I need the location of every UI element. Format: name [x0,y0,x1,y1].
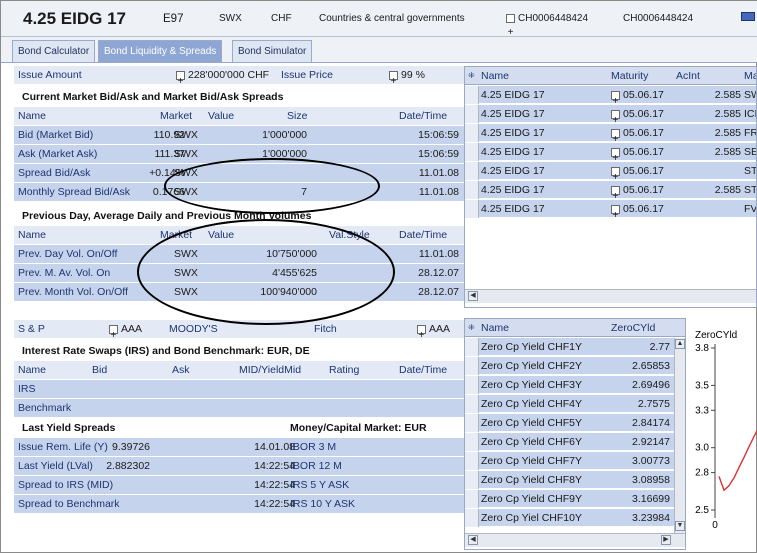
fitch-rating[interactable]: + AAA [417,320,450,341]
yield-row[interactable]: Spread to Benchmark 14:22:54 IRS 10 Y ASK [14,495,465,514]
zero-row[interactable]: Zero Cp Yield CHF2Y 2.65853 [465,357,674,375]
yield-row[interactable]: Spread to IRS (MID) 14:22:54 IRS 5 Y ASK [14,476,465,495]
security-code: E97 [163,13,184,25]
tab-bar: Bond Calculator Bond Liquidity & Spreads… [1,37,757,63]
zero-row[interactable]: Zero Cp Yield CHF4Y 2.7575 [465,395,674,413]
scroll-right-icon[interactable]: ▶ [661,535,671,545]
yield-row[interactable]: Issue Rem. Life (Y) 9.39726 14.01.08 IBOR 3… [14,438,465,457]
expand-icon: + [506,13,515,38]
fitch-label: Fitch [314,323,337,335]
expand-icon: + [611,166,620,183]
security-symbol: 4.25 EIDG 17 [23,9,127,28]
expand-icon: + [109,324,118,341]
issuer-category: Countries & central governments [319,13,465,24]
market-row[interactable]: 4.25 EIDG 17 +05.06.17 FV [465,200,756,221]
expand-icon: + [389,70,398,87]
sp-rating[interactable]: + AAA [109,320,142,341]
market-row[interactable]: 4.25 EIDG 17 +05.06.17 ST [465,162,756,183]
market-row[interactable]: 4.25 EIDG 17 +05.06.17 2.585 FR [465,124,756,145]
market-row[interactable]: 4.25 EIDG 17 +05.06.17 2.585 SE [465,143,756,164]
bond-liquidity-window: 4.25 EIDG 17 E97 SWX CHF Countries & cen… [0,0,757,553]
currency: CHF [271,13,292,24]
zero-row[interactable]: Zero Cp Yield CHF3Y 2.69496 [465,376,674,394]
expand-icon: + [176,70,185,87]
issue-price-label: Issue Price [281,69,333,81]
zero-row[interactable]: Zero Cp Yiel CHF10Y 3.23984 [465,509,674,527]
issue-row: Issue Amount +228'000'000 CHF Issue Pric… [14,66,465,87]
benchmark-row: Benchmark [14,399,465,418]
scroll-left-icon[interactable]: ◀ [468,291,478,301]
tab-bond-simulator[interactable]: Bond Simulator [232,40,313,63]
expand-icon: + [417,324,426,341]
expand-icon: + [611,185,620,202]
isin: CH0006448424 [623,13,694,24]
scroll-left-icon[interactable]: ◀ [468,535,478,545]
exchange: SWX [219,13,242,24]
spread-highlight-ellipse [164,158,380,214]
isin-link[interactable]: +CH0006448424 [506,1,588,38]
chart-title: ZeroCYld [695,330,737,341]
horizontal-scrollbar[interactable]: ◀ ▶ [465,533,685,547]
chart-y-tick-label: 3.3 [695,405,709,416]
zero-row[interactable]: Zero Cp Yield CHF5Y 2.84174 [465,414,674,432]
issue-amount-label: Issue Amount [18,69,82,81]
market-list: ⁜ Name Maturity AcInt Ma 4.25 EIDG 17+05… [464,66,757,308]
sp-label: S & P [18,323,45,335]
scroll-up-icon[interactable]: ▲ [675,339,685,349]
irs-header: Name Bid Ask MID/YieldMid Rating Date/Ti… [14,361,465,380]
zero-row[interactable]: Zero Cp Yield CHF1Y 2.77 [465,338,674,356]
zero-row[interactable]: Zero Cp Yield CHF6Y 2.92147 [465,433,674,451]
expand-icon: + [611,204,620,221]
zero-list-header: ⁜ Name ZeroCYld [465,319,685,337]
volume-highlight-ellipse [137,219,395,325]
market-row[interactable]: 4.25 EIDG 17 +05.06.17 2.585 ST [465,181,756,202]
chart-y-tick-label: 2.5 [695,505,709,516]
column-resize-icon[interactable]: ⁜ [468,67,475,85]
market-list-header: ⁜ Name Maturity AcInt Ma [465,67,756,85]
horizontal-scrollbar[interactable]: ◀ [465,289,756,303]
expand-icon: + [611,90,620,107]
market-row[interactable]: 4.25 EIDG 17 +05.06.17 2.585 ICI [465,105,756,126]
tab-bond-liquidity-spreads[interactable]: Bond Liquidity & Spreads [98,40,223,63]
yield-row[interactable]: Last Yield (LVal) 2.882302 14:22:54 IBOR 12… [14,457,465,476]
column-resize-icon[interactable]: ⁜ [468,319,475,337]
chart-x-tick: 0 [712,520,718,531]
bidask-row[interactable]: Bid (Market Bid) SWX 110.92 1'000'000 15:06:… [14,126,465,145]
yield-section-title: Last Yield Spreads Money/Capital Market:… [14,419,465,438]
issue-amount-value[interactable]: +228'000'000 CHF [176,66,269,87]
moodys-label: MOODY'S [169,323,218,335]
irs-row: IRS [14,380,465,399]
market-row[interactable]: 4.25 EIDG 17+05.06.172.585SW [465,86,756,107]
scroll-down-icon[interactable]: ▼ [675,521,685,531]
irs-section-title: Interest Rate Swaps (IRS) and Bond Bench… [14,342,465,361]
bidask-header: Name Market Value Size Date/Time [14,107,465,126]
flag-icon [741,12,755,21]
tab-bond-calculator[interactable]: Bond Calculator [12,40,96,63]
zero-yield-line [718,429,757,492]
expand-icon: + [611,147,620,164]
chart-y-tick-label: 3.5 [695,380,709,391]
expand-icon: + [611,109,620,126]
zero-yield-chart: ZeroCYld 3.8 3.5 3.3 3.0 2.8 2.5 0 [695,330,757,531]
issue-price-value[interactable]: +99 % [389,66,425,87]
security-header: 4.25 EIDG 17 E97 SWX CHF Countries & cen… [1,1,757,38]
chart-y-tick-label: 3.8 [695,343,709,354]
vertical-scrollbar[interactable]: ▲ ▼ [674,338,685,533]
chart-y-tick-label: 2.8 [695,468,709,479]
zero-row[interactable]: Zero Cp Yield CHF7Y 3.00773 [465,452,674,470]
zero-curve-list: ⁜ Name ZeroCYld Zero Cp Yield CHF1Y 2.77 Z… [464,318,686,550]
chart-y-tick-label: 3.0 [695,443,709,454]
zero-row[interactable]: Zero Cp Yield CHF8Y 3.08958 [465,471,674,489]
expand-icon: + [611,128,620,145]
bidask-section-title: Current Market Bid/Ask and Market Bid/As… [14,88,465,107]
zero-row[interactable]: Zero Cp Yield CHF9Y 3.16699 [465,490,674,508]
